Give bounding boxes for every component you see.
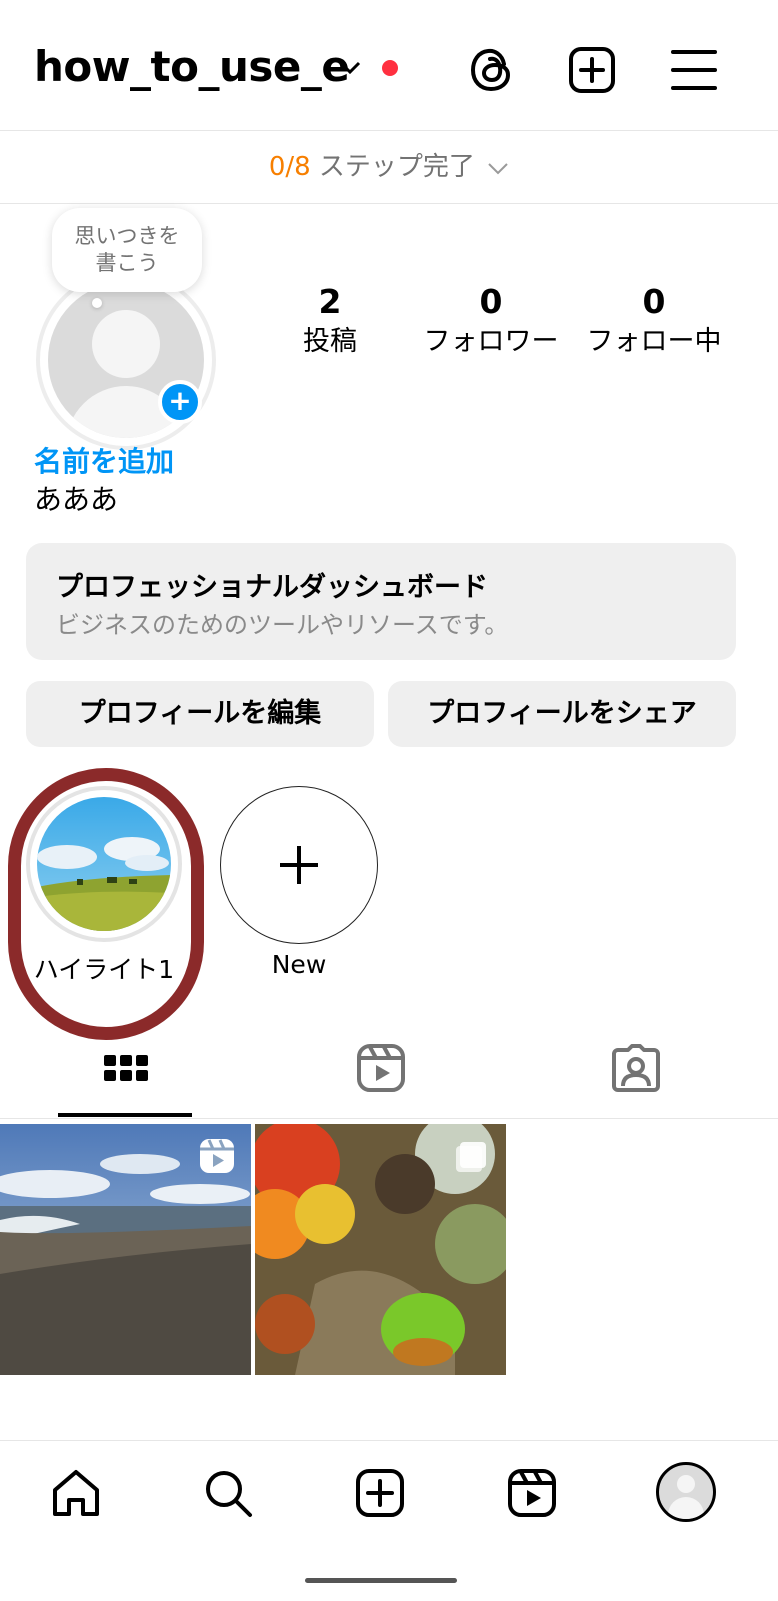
- reel-badge-icon: [200, 1139, 234, 1173]
- active-tab-indicator: [58, 1113, 192, 1117]
- stat-posts-label: 投稿: [303, 326, 357, 357]
- post-2[interactable]: [255, 1124, 506, 1375]
- stat-followers-label: フォロワー: [423, 326, 559, 357]
- note-bubble-tail: [92, 298, 102, 308]
- edit-profile-button[interactable]: プロフィールを編集: [26, 681, 374, 747]
- tagged-icon[interactable]: [608, 1040, 664, 1096]
- home-icon[interactable]: [49, 1466, 103, 1520]
- stat-followers-count: 0: [479, 282, 503, 321]
- steps-progress[interactable]: 0/8 ステップ完了: [0, 131, 778, 204]
- steps-count: 0/8: [268, 152, 311, 182]
- stat-following-count: 0: [642, 282, 666, 321]
- new-highlight-label: New: [271, 950, 327, 979]
- profile-avatar-nav[interactable]: [656, 1462, 716, 1522]
- avatar-placeholder-body: [668, 1497, 704, 1519]
- new-highlight-button[interactable]: [220, 786, 378, 944]
- create-icon[interactable]: [353, 1466, 407, 1520]
- bottom-nav: [0, 1440, 778, 1601]
- add-story-button[interactable]: +: [158, 380, 202, 424]
- post-1[interactable]: [0, 1124, 251, 1375]
- stat-following-label: フォロー中: [586, 326, 722, 357]
- stat-following[interactable]: 0 フォロー中: [576, 282, 732, 362]
- professional-dashboard[interactable]: プロフェッショナルダッシュボード ビジネスのためのツールやリソースです。: [26, 543, 736, 660]
- annotation-highlight-outline: [8, 768, 204, 1040]
- bio-text: あああ: [34, 483, 119, 516]
- threads-icon[interactable]: [466, 44, 518, 96]
- stat-followers[interactable]: 0 フォロワー: [412, 282, 570, 362]
- home-indicator: [305, 1578, 457, 1583]
- share-profile-button[interactable]: プロフィールをシェア: [388, 681, 736, 747]
- dashboard-title: プロフェッショナルダッシュボード: [56, 572, 488, 603]
- grid-icon[interactable]: [98, 1040, 154, 1096]
- chevron-down-icon: [488, 162, 508, 174]
- stat-posts[interactable]: 2 投稿: [290, 282, 370, 362]
- create-icon[interactable]: [566, 44, 618, 96]
- chevron-down-icon[interactable]: [338, 58, 362, 78]
- multi-post-icon: [456, 1142, 486, 1172]
- note-bubble[interactable]: 思いつきを 書こう: [52, 208, 202, 292]
- menu-icon[interactable]: [668, 44, 720, 96]
- reels-icon[interactable]: [505, 1466, 559, 1520]
- profile-header: how_to_use_e: [0, 0, 778, 131]
- dashboard-subtitle: ビジネスのためのツールやリソースです。: [56, 611, 509, 639]
- reels-icon[interactable]: [353, 1040, 409, 1096]
- plus-icon: [280, 846, 318, 884]
- username[interactable]: how_to_use_e: [34, 42, 350, 91]
- avatar-placeholder-head: [677, 1475, 695, 1493]
- stat-posts-count: 2: [318, 282, 342, 321]
- notification-dot: [382, 60, 398, 76]
- add-name-link[interactable]: 名前を追加: [34, 440, 174, 480]
- search-icon[interactable]: [201, 1466, 255, 1520]
- tab-divider: [0, 1118, 778, 1119]
- avatar-placeholder-head: [92, 310, 160, 378]
- steps-label: ステップ完了: [310, 152, 475, 182]
